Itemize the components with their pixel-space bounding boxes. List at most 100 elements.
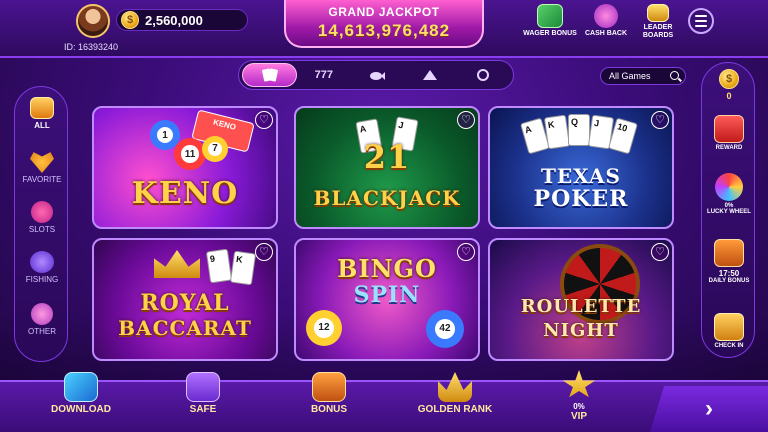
game-card-texas-poker[interactable]: A K Q J 10 TEXAS POKER ♡ (488, 106, 674, 229)
sidebar-item-all[interactable]: ALL (15, 97, 69, 130)
keno-badge: KENO (212, 117, 237, 132)
game-title-spin: SPIN (353, 282, 421, 308)
cash-back-button[interactable]: CASH BACK (578, 4, 634, 37)
trophy-icon (647, 4, 669, 22)
sidebar-label-all: ALL (34, 121, 50, 130)
vip-label: VIP (570, 411, 588, 422)
search-icon (670, 71, 679, 80)
leaderboards-label: LEADER BOARDS (642, 24, 674, 39)
coin-balance[interactable]: $ 2,560,000 (116, 9, 248, 31)
favorite-heart-icon[interactable]: ♡ (255, 111, 273, 129)
chest-icon (714, 239, 744, 267)
tab-other[interactable] (457, 63, 510, 87)
favorite-heart-icon[interactable]: ♡ (651, 243, 669, 261)
heart-icon (30, 152, 54, 173)
safe-icon (186, 372, 220, 402)
check-in-button[interactable]: CHECK IN (702, 313, 756, 349)
keno-ball: 11 (174, 138, 206, 170)
grand-jackpot-banner: GRAND JACKPOT 14,613,976,482 (284, 0, 484, 48)
bonus-label: BONUS (310, 404, 348, 415)
coin-icon: $ (719, 69, 739, 89)
reward-button[interactable]: REWARD (702, 115, 756, 151)
search-input[interactable]: All Games (600, 67, 686, 85)
tab-fishing[interactable] (350, 63, 403, 87)
menu-button[interactable] (688, 8, 714, 34)
right-sidebar: $ 0 REWARD 0% LUCKY WHEEL 17:50 DAILY BO… (701, 62, 755, 358)
blackjack-number: 21 (363, 138, 411, 176)
search-placeholder: All Games (609, 71, 651, 81)
money-icon (537, 4, 563, 28)
check-in-label: CHECK IN (714, 343, 744, 349)
bird-icon (423, 70, 438, 80)
leaderboards-button[interactable]: LEADER BOARDS (630, 4, 686, 40)
coin-balance-value: 2,560,000 (145, 12, 203, 28)
game-title-royal: ROYAL (140, 290, 230, 316)
coin-count: 0 (726, 91, 732, 101)
download-label: DOWNLOAD (51, 404, 111, 415)
game-card-royal-baccarat[interactable]: 9 K ROYAL BACCARAT ♡ (92, 238, 278, 361)
treasure-chest-icon (312, 372, 346, 402)
sidebar-item-favorite[interactable]: FAVORITE (15, 151, 69, 184)
vip-button[interactable]: 0% VIP (534, 370, 624, 422)
jackpot-title: GRAND JACKPOT (328, 5, 440, 19)
safe-button[interactable]: SAFE (158, 372, 248, 415)
lucky-wheel-button[interactable]: 0% LUCKY WHEEL (702, 173, 756, 215)
game-title-roulette: ROULETTE (520, 296, 642, 317)
game-card-blackjack[interactable]: A J 21 BLACKJACK ♡ (294, 106, 480, 229)
game-card-bingo-spin[interactable]: BINGO SPIN 12 42 ♡ (294, 238, 480, 361)
tab-cards[interactable] (242, 63, 298, 87)
favorite-heart-icon[interactable]: ♡ (651, 111, 669, 129)
calendar-icon (714, 313, 744, 341)
next-arrow-button[interactable]: › (650, 386, 768, 432)
star-icon (562, 370, 596, 398)
left-sidebar: ALL FAVORITE SLOTS FISHING OTHER (14, 86, 68, 362)
category-tabs: 777 (238, 60, 514, 90)
keno-ball: 7 (202, 136, 228, 162)
player-avatar[interactable] (76, 4, 110, 38)
crown-icon (154, 250, 200, 278)
chevron-right-icon: › (705, 395, 713, 422)
coin-icon: $ (121, 11, 139, 29)
qr-code-icon (64, 372, 98, 402)
fish-icon (30, 251, 54, 273)
sidebar-item-slots[interactable]: SLOTS (15, 201, 69, 234)
golden-rank-label: GOLDEN RANK (417, 404, 493, 415)
player-id: ID: 16393240 (64, 42, 119, 52)
game-title-blackjack: BLACKJACK (313, 186, 461, 210)
game-title-texas: TEXAS (541, 164, 621, 188)
fish-icon (370, 72, 385, 80)
daily-bonus-button[interactable]: 17:50 DAILY BONUS (702, 239, 756, 284)
sidebar-coin-counter[interactable]: $ 0 (702, 69, 756, 101)
golden-rank-button[interactable]: GOLDEN RANK (410, 372, 500, 415)
tab-arcade[interactable] (404, 63, 457, 87)
game-card-keno[interactable]: KENO 1 11 7 KENO ♡ (92, 106, 278, 229)
lucky-wheel-label: LUCKY WHEEL (707, 209, 751, 215)
game-title-keno: KENO (131, 176, 239, 211)
menu-icon (695, 15, 707, 17)
tab-slots[interactable]: 777 (297, 63, 350, 87)
daily-bonus-label: DAILY BONUS (708, 278, 750, 284)
sidebar-item-fishing[interactable]: FISHING (15, 251, 69, 284)
game-title-night: NIGHT (543, 320, 619, 341)
daily-bonus-timer: 17:50 (718, 269, 740, 278)
jackpot-value: 14,613,976,482 (317, 21, 451, 40)
wager-bonus-label: WAGER BONUS (523, 30, 577, 37)
sidebar-label-fishing: FISHING (25, 275, 59, 284)
bonus-button[interactable]: BONUS (284, 372, 374, 415)
sidebar-label-slots: SLOTS (28, 225, 56, 234)
bingo-ball: 42 (426, 310, 464, 348)
wager-bonus-button[interactable]: WAGER BONUS (522, 4, 578, 37)
cards-icon (261, 68, 278, 82)
favorite-heart-icon[interactable]: ♡ (457, 111, 475, 129)
download-button[interactable]: DOWNLOAD (36, 372, 126, 415)
sidebar-item-other[interactable]: OTHER (15, 303, 69, 336)
gift-icon (714, 115, 744, 143)
other-icon (31, 303, 53, 325)
favorite-heart-icon[interactable]: ♡ (457, 243, 475, 261)
sidebar-label-other: OTHER (28, 327, 56, 336)
playing-card: K (543, 114, 571, 150)
favorite-heart-icon[interactable]: ♡ (255, 243, 273, 261)
playing-card: 9 (205, 248, 233, 284)
game-card-roulette-night[interactable]: ROULETTE NIGHT ♡ (488, 238, 674, 361)
other-icon (477, 69, 490, 81)
